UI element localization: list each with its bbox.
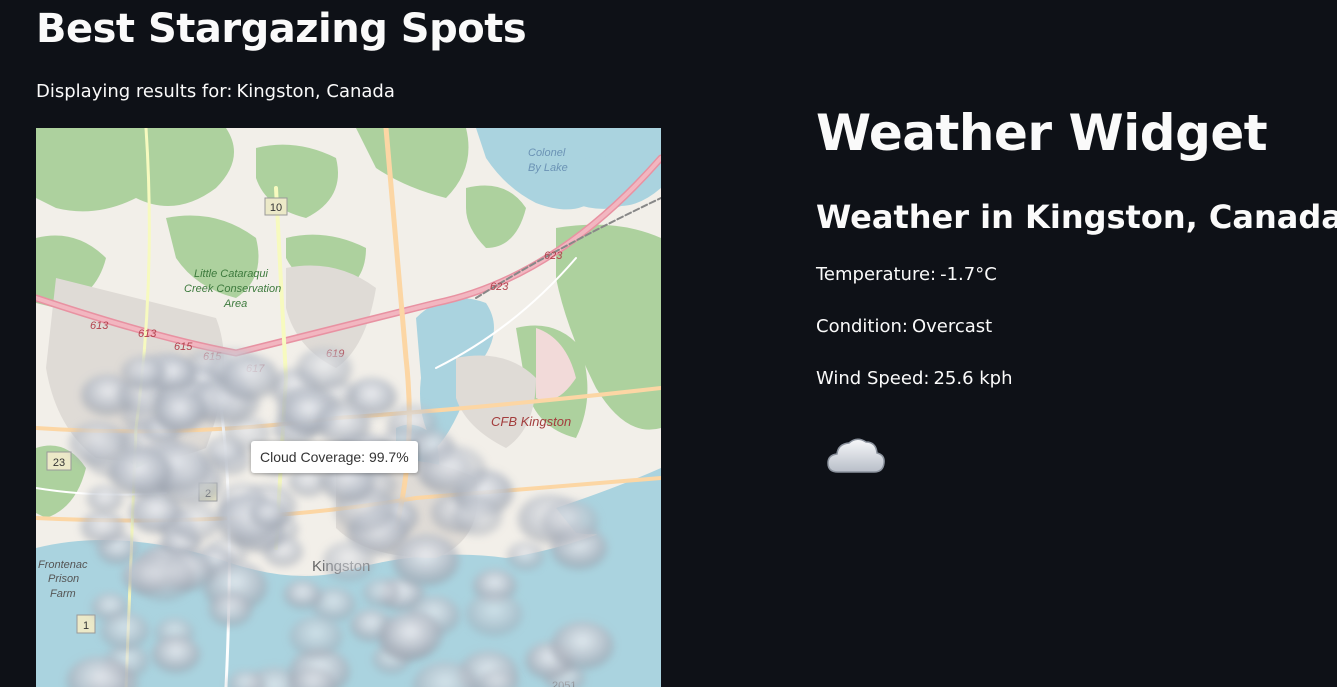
- cloud-puff: [86, 485, 124, 514]
- condition-label: Condition:: [816, 316, 908, 337]
- cloud-puff: [108, 448, 171, 497]
- cloud-puff: [249, 500, 287, 529]
- svg-text:23: 23: [53, 457, 65, 469]
- wind-line: Wind Speed: 25.6 kph: [816, 368, 1013, 389]
- cloud-puff: [420, 445, 487, 497]
- cloud-puff: [289, 616, 343, 658]
- conservation-label-3: Area: [223, 298, 247, 310]
- map-canvas[interactable]: Colonel By Lake Little Cataraqui Creek C…: [36, 128, 661, 687]
- weather-location-heading: Weather in Kingston, Canada: [816, 198, 1337, 236]
- cloud-puff: [392, 534, 460, 586]
- cloud-puff: [208, 592, 253, 627]
- cloud-puff: [296, 347, 352, 391]
- conservation-label-1: Little Cataraqui: [194, 268, 269, 280]
- svg-text:1: 1: [83, 620, 89, 632]
- results-caption: Displaying results for: Kingston, Canada: [36, 81, 399, 102]
- map[interactable]: Colonel By Lake Little Cataraqui Creek C…: [36, 128, 661, 687]
- colonel-by-lake-label-2: By Lake: [528, 162, 568, 174]
- svg-text:10: 10: [270, 202, 282, 214]
- weather-widget-title: Weather Widget: [816, 104, 1268, 162]
- cloud-coverage-tooltip: Cloud Coverage: 99.7%: [251, 441, 418, 473]
- temperature-value: -1.7°C: [940, 264, 997, 285]
- cloud-puff: [220, 355, 279, 401]
- temperature-line: Temperature: -1.7°C: [816, 264, 997, 285]
- cloud-puff: [316, 403, 371, 445]
- colonel-by-lake-label: Colonel: [528, 147, 566, 159]
- cloud-icon: [824, 432, 888, 484]
- cloud-puff: [283, 580, 322, 610]
- results-location: Kingston, Canada: [236, 81, 395, 102]
- cloud-puff: [151, 635, 201, 673]
- cloud-puff: [154, 390, 207, 431]
- cloud-puff: [80, 510, 125, 545]
- cloud-puff: [362, 578, 400, 608]
- wind-value: 25.6 kph: [933, 368, 1013, 389]
- road-613-a: 613: [90, 320, 109, 332]
- cloud-puff: [171, 504, 220, 542]
- cloud-puff: [507, 541, 545, 571]
- prison-label-3: Farm: [50, 588, 76, 600]
- road-shield-23: 23: [46, 451, 72, 471]
- condition-value: Overcast: [911, 316, 993, 337]
- cfb-kingston-label: CFB Kingston: [491, 414, 571, 429]
- conservation-label-2: Creek Conservation: [184, 283, 281, 295]
- page-title: Best Stargazing Spots: [36, 6, 527, 52]
- cloud-puff: [204, 436, 244, 467]
- road-shield-10: 10: [264, 197, 288, 216]
- road-623-b: 623: [490, 281, 509, 293]
- road-613-b: 613: [138, 328, 157, 340]
- cloud-puff: [379, 611, 443, 660]
- prison-label-2: Prison: [48, 573, 79, 585]
- cloud-puff: [100, 612, 150, 650]
- cloud-puff: [551, 621, 614, 670]
- results-prefix: Displaying results for:: [36, 81, 233, 102]
- temperature-label: Temperature:: [816, 264, 937, 285]
- prison-label-1: Frontenac: [38, 559, 88, 571]
- road-615-a: 615: [174, 341, 193, 353]
- cloud-puff: [452, 497, 503, 536]
- cloud-puff: [121, 356, 165, 390]
- cloud-puff: [541, 500, 599, 544]
- wind-label: Wind Speed:: [816, 368, 930, 389]
- road-623-a: 623: [544, 250, 563, 262]
- cloud-puff: [465, 592, 523, 637]
- cloud-puff: [322, 541, 375, 582]
- road-shield-1: 1: [76, 614, 96, 634]
- condition-line: Condition: Overcast: [816, 316, 992, 337]
- cloud-puff: [132, 553, 195, 602]
